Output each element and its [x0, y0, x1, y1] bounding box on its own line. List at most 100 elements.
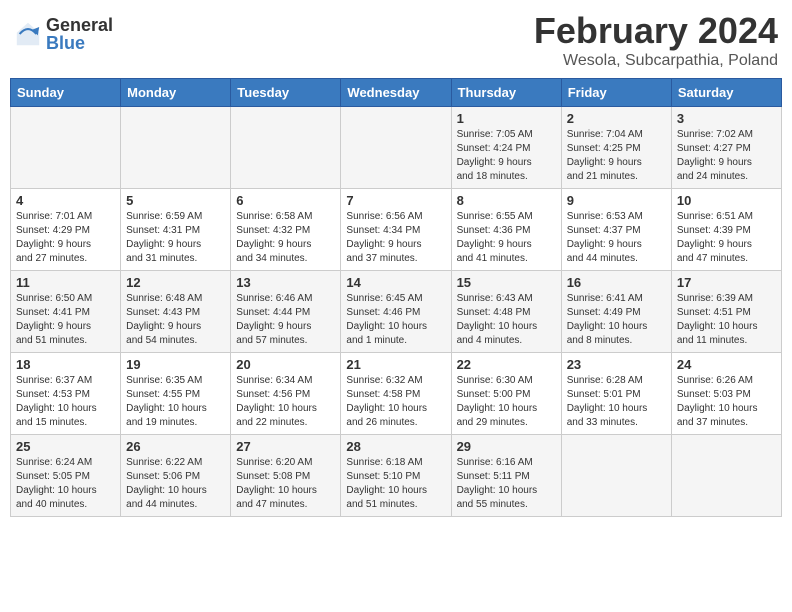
week-row-2: 11 Sunrise: 6:50 AM Sunset: 4:41 PM Dayli… — [11, 271, 782, 353]
header-tuesday: Tuesday — [231, 79, 341, 107]
day-number: 29 — [457, 439, 556, 454]
calendar-cell: 4 Sunrise: 7:01 AM Sunset: 4:29 PM Daylig… — [11, 189, 121, 271]
calendar-cell: 8 Sunrise: 6:55 AM Sunset: 4:36 PM Daylig… — [451, 189, 561, 271]
day-info: Sunrise: 6:26 AM Sunset: 5:03 PM Dayligh… — [677, 374, 776, 430]
day-number: 12 — [126, 275, 225, 290]
calendar-cell: 17 Sunrise: 6:39 AM Sunset: 4:51 PM Dayli… — [671, 271, 781, 353]
day-number: 27 — [236, 439, 335, 454]
day-info: Sunrise: 6:24 AM Sunset: 5:05 PM Dayligh… — [16, 456, 115, 512]
calendar-cell: 27 Sunrise: 6:20 AM Sunset: 5:08 PM Dayli… — [231, 435, 341, 517]
day-info: Sunrise: 6:20 AM Sunset: 5:08 PM Dayligh… — [236, 456, 335, 512]
day-number: 17 — [677, 275, 776, 290]
location-text: Wesola, Subcarpathia, Poland — [534, 52, 778, 70]
day-number: 26 — [126, 439, 225, 454]
day-number: 20 — [236, 357, 335, 372]
day-number: 14 — [346, 275, 445, 290]
day-info: Sunrise: 6:50 AM Sunset: 4:41 PM Dayligh… — [16, 292, 115, 348]
calendar-cell: 24 Sunrise: 6:26 AM Sunset: 5:03 PM Dayli… — [671, 353, 781, 435]
month-title: February 2024 — [534, 10, 778, 52]
day-info: Sunrise: 6:34 AM Sunset: 4:56 PM Dayligh… — [236, 374, 335, 430]
calendar-cell — [121, 107, 231, 189]
calendar-cell: 16Sunrise: 6:41 AM Sunset: 4:49 PM Dayli… — [561, 271, 671, 353]
day-number: 13 — [236, 275, 335, 290]
day-number: 6 — [236, 193, 335, 208]
calendar-cell: 20 Sunrise: 6:34 AM Sunset: 4:56 PM Dayli… — [231, 353, 341, 435]
day-number: 22 — [457, 357, 556, 372]
day-number: 2 — [567, 111, 666, 126]
day-number: 24 — [677, 357, 776, 372]
header-monday: Monday — [121, 79, 231, 107]
calendar-cell — [11, 107, 121, 189]
day-info: Sunrise: 6:55 AM Sunset: 4:36 PM Dayligh… — [457, 210, 556, 266]
day-info: Sunrise: 6:30 AM Sunset: 5:00 PM Dayligh… — [457, 374, 556, 430]
title-block: February 2024 Wesola, Subcarpathia, Pola… — [534, 10, 778, 70]
day-info: Sunrise: 6:45 AM Sunset: 4:46 PM Dayligh… — [346, 292, 445, 348]
week-row-1: 4 Sunrise: 7:01 AM Sunset: 4:29 PM Daylig… — [11, 189, 782, 271]
day-info: Sunrise: 6:53 AM Sunset: 4:37 PM Dayligh… — [567, 210, 666, 266]
logo-icon — [14, 20, 42, 48]
logo-blue-text: Blue — [46, 34, 113, 52]
day-number: 8 — [457, 193, 556, 208]
day-info: Sunrise: 6:18 AM Sunset: 5:10 PM Dayligh… — [346, 456, 445, 512]
calendar-cell: 3 Sunrise: 7:02 AM Sunset: 4:27 PM Daylig… — [671, 107, 781, 189]
day-number: 5 — [126, 193, 225, 208]
calendar-cell: 22 Sunrise: 6:30 AM Sunset: 5:00 PM Dayli… — [451, 353, 561, 435]
calendar-cell: 1 Sunrise: 7:05 AM Sunset: 4:24 PM Daylig… — [451, 107, 561, 189]
day-number: 19 — [126, 357, 225, 372]
header-wednesday: Wednesday — [341, 79, 451, 107]
calendar-cell: 19 Sunrise: 6:35 AM Sunset: 4:55 PM Dayli… — [121, 353, 231, 435]
calendar-cell: 14 Sunrise: 6:45 AM Sunset: 4:46 PM Dayli… — [341, 271, 451, 353]
calendar-cell: 10 Sunrise: 6:51 AM Sunset: 4:39 PM Dayli… — [671, 189, 781, 271]
day-number: 10 — [677, 193, 776, 208]
calendar-cell — [561, 435, 671, 517]
calendar-cell: 23 Sunrise: 6:28 AM Sunset: 5:01 PM Dayli… — [561, 353, 671, 435]
day-number: 16 — [567, 275, 666, 290]
calendar-cell: 7Sunrise: 6:56 AM Sunset: 4:34 PM Daylig… — [341, 189, 451, 271]
week-row-4: 25 Sunrise: 6:24 AM Sunset: 5:05 PM Dayli… — [11, 435, 782, 517]
day-info: Sunrise: 7:05 AM Sunset: 4:24 PM Dayligh… — [457, 128, 556, 184]
day-number: 15 — [457, 275, 556, 290]
day-info: Sunrise: 6:46 AM Sunset: 4:44 PM Dayligh… — [236, 292, 335, 348]
calendar-cell — [231, 107, 341, 189]
day-number: 3 — [677, 111, 776, 126]
logo-general-text: General — [46, 16, 113, 34]
day-info: Sunrise: 6:39 AM Sunset: 4:51 PM Dayligh… — [677, 292, 776, 348]
day-number: 4 — [16, 193, 115, 208]
calendar-cell: 25 Sunrise: 6:24 AM Sunset: 5:05 PM Dayli… — [11, 435, 121, 517]
day-info: Sunrise: 6:35 AM Sunset: 4:55 PM Dayligh… — [126, 374, 225, 430]
calendar-cell: 9Sunrise: 6:53 AM Sunset: 4:37 PM Daylig… — [561, 189, 671, 271]
day-info: Sunrise: 6:48 AM Sunset: 4:43 PM Dayligh… — [126, 292, 225, 348]
calendar-cell — [671, 435, 781, 517]
page-header: General Blue February 2024 Wesola, Subca… — [10, 10, 782, 70]
calendar-cell: 2 Sunrise: 7:04 AM Sunset: 4:25 PM Daylig… — [561, 107, 671, 189]
day-number: 1 — [457, 111, 556, 126]
day-info: Sunrise: 6:56 AM Sunset: 4:34 PM Dayligh… — [346, 210, 445, 266]
header-saturday: Saturday — [671, 79, 781, 107]
calendar-cell: 12 Sunrise: 6:48 AM Sunset: 4:43 PM Dayli… — [121, 271, 231, 353]
day-number: 25 — [16, 439, 115, 454]
day-info: Sunrise: 7:01 AM Sunset: 4:29 PM Dayligh… — [16, 210, 115, 266]
day-info: Sunrise: 6:32 AM Sunset: 4:58 PM Dayligh… — [346, 374, 445, 430]
day-info: Sunrise: 7:02 AM Sunset: 4:27 PM Dayligh… — [677, 128, 776, 184]
day-number: 21 — [346, 357, 445, 372]
header-sunday: Sunday — [11, 79, 121, 107]
calendar-cell: 13 Sunrise: 6:46 AM Sunset: 4:44 PM Dayli… — [231, 271, 341, 353]
logo: General Blue — [14, 16, 113, 52]
week-row-3: 18Sunrise: 6:37 AM Sunset: 4:53 PM Dayli… — [11, 353, 782, 435]
day-number: 11 — [16, 275, 115, 290]
day-number: 23 — [567, 357, 666, 372]
day-info: Sunrise: 6:51 AM Sunset: 4:39 PM Dayligh… — [677, 210, 776, 266]
calendar-cell: 29Sunrise: 6:16 AM Sunset: 5:11 PM Dayli… — [451, 435, 561, 517]
header-row: SundayMondayTuesdayWednesdayThursdayFrid… — [11, 79, 782, 107]
header-thursday: Thursday — [451, 79, 561, 107]
calendar-cell: 6Sunrise: 6:58 AM Sunset: 4:32 PM Daylig… — [231, 189, 341, 271]
day-info: Sunrise: 7:04 AM Sunset: 4:25 PM Dayligh… — [567, 128, 666, 184]
day-number: 28 — [346, 439, 445, 454]
day-number: 18 — [16, 357, 115, 372]
calendar-header: SundayMondayTuesdayWednesdayThursdayFrid… — [11, 79, 782, 107]
calendar-cell: 21 Sunrise: 6:32 AM Sunset: 4:58 PM Dayli… — [341, 353, 451, 435]
day-info: Sunrise: 6:28 AM Sunset: 5:01 PM Dayligh… — [567, 374, 666, 430]
day-info: Sunrise: 6:43 AM Sunset: 4:48 PM Dayligh… — [457, 292, 556, 348]
day-info: Sunrise: 6:59 AM Sunset: 4:31 PM Dayligh… — [126, 210, 225, 266]
calendar-cell: 26Sunrise: 6:22 AM Sunset: 5:06 PM Dayli… — [121, 435, 231, 517]
